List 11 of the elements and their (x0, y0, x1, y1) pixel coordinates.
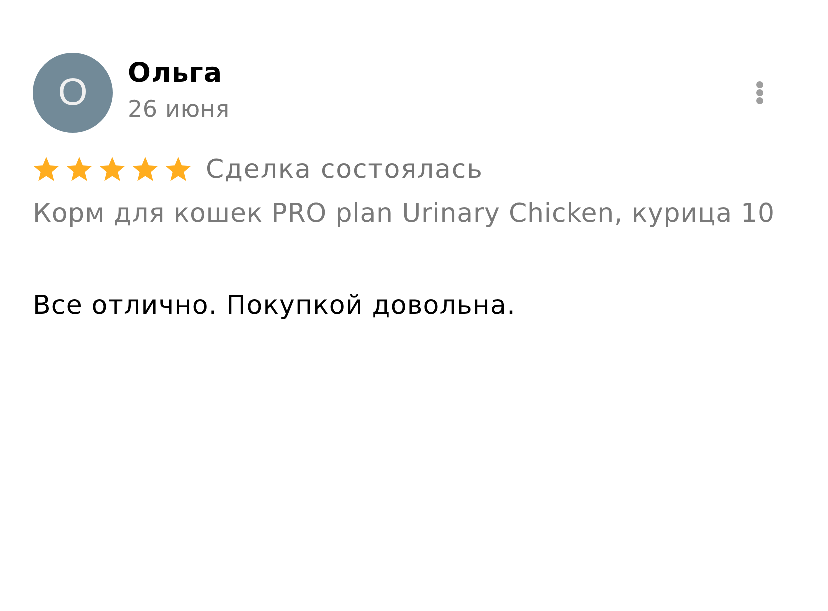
star-icon (33, 157, 60, 183)
star-icon (165, 157, 192, 183)
deal-status: Сделка состоялась (206, 154, 484, 187)
product-name: Корм для кошек PRO plan Urinary Chicken, курица 10 (33, 198, 776, 231)
star-icon (132, 157, 159, 183)
star-icon (66, 157, 93, 183)
author-name: Ольга (128, 57, 224, 91)
more-vertical-icon (756, 81, 764, 105)
review-text: Все отлично. Покупкой довольна. (33, 290, 517, 323)
star-icon (99, 157, 126, 183)
review-date: 26 июня (128, 96, 230, 125)
